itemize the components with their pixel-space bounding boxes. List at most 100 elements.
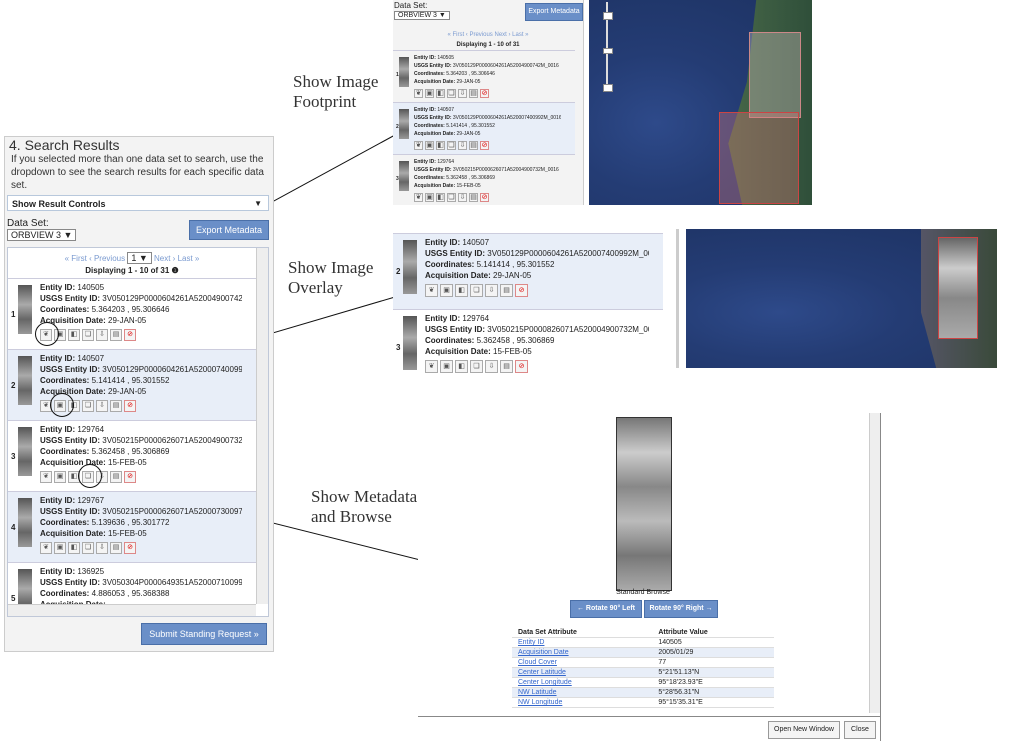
footprint-icon[interactable]: ❦ [414,193,423,202]
result-thumbnail[interactable] [399,161,409,191]
attribute-link[interactable]: Entity ID [512,637,653,648]
fp-dataset-select[interactable]: ORBVIEW 3 ▼ [394,11,450,20]
submit-standing-request-button[interactable]: Submit Standing Request » [141,623,267,645]
footprint-icon[interactable]: ❦ [425,360,438,373]
pager-next[interactable]: Next › [154,254,175,263]
zoom-in-icon[interactable] [603,12,613,20]
metadata-icon[interactable]: ❏ [447,193,456,202]
zoom-slider[interactable] [603,2,613,92]
exclude-icon[interactable]: ⊘ [480,89,489,98]
download-icon[interactable]: ⇩ [458,89,467,98]
attribute-link[interactable]: Center Latitude [512,667,653,678]
compare-icon[interactable]: ◧ [68,542,80,554]
field-label: Entity ID: [414,107,436,113]
result-thumbnail[interactable] [399,109,409,139]
metadata-icon[interactable]: ❏ [447,89,456,98]
attribute-link[interactable]: NW Longitude [512,697,653,708]
exclude-icon[interactable]: ⊘ [124,471,136,483]
footprint-icon[interactable]: ❦ [40,471,52,483]
overlay-icon[interactable]: ▣ [54,542,66,554]
browse-scrollbar[interactable] [869,413,880,713]
bulk-icon[interactable]: ▤ [469,89,478,98]
bulk-icon[interactable]: ▤ [110,542,122,554]
exclude-icon[interactable]: ⊘ [124,400,136,412]
overlay-icon[interactable]: ▣ [440,284,453,297]
compare-icon[interactable]: ◧ [436,141,445,150]
compare-icon[interactable]: ◧ [436,89,445,98]
result-thumbnail[interactable] [18,498,32,547]
overlay-icon[interactable]: ▣ [425,141,434,150]
result-thumbnail[interactable] [399,57,409,87]
compare-icon[interactable]: ◧ [436,193,445,202]
download-icon[interactable]: ⇩ [96,542,108,554]
download-icon[interactable]: ⇩ [96,329,108,341]
metadata-icon[interactable]: ❏ [470,360,483,373]
page-select[interactable]: 1 ▼ [127,252,152,264]
result-thumbnail[interactable] [403,316,417,370]
result-thumbnail[interactable] [18,285,32,334]
compare-icon[interactable]: ◧ [455,360,468,373]
download-icon[interactable]: ⇩ [458,193,467,202]
field-label: USGS Entity ID: [425,249,486,258]
pager-last[interactable]: Last » [178,254,200,263]
download-icon[interactable]: ⇩ [458,141,467,150]
show-result-controls[interactable]: Show Result Controls ▼ [7,195,269,211]
pager-prev[interactable]: ‹ Previous [89,254,125,263]
download-icon[interactable]: ⇩ [96,400,108,412]
dataset-select[interactable]: ORBVIEW 3 ▼ [7,229,77,241]
bulk-icon[interactable]: ▤ [110,329,122,341]
footprint-icon[interactable]: ❦ [425,284,438,297]
metadata-icon[interactable]: ❏ [82,542,94,554]
footprint-icon[interactable]: ❦ [414,89,423,98]
bulk-icon[interactable]: ▤ [500,284,513,297]
overlay-icon[interactable]: ▣ [54,471,66,483]
horizontal-scrollbar[interactable] [8,604,256,616]
overlay-icon[interactable]: ▣ [425,193,434,202]
compare-icon[interactable]: ◧ [455,284,468,297]
pager-first[interactable]: « First [65,254,87,263]
compare-icon[interactable]: ◧ [68,329,80,341]
footprint-map[interactable] [589,0,812,205]
metadata-icon[interactable]: ❏ [447,141,456,150]
rotate-right-button[interactable]: Rotate 90° Right → [644,600,718,618]
attribute-link[interactable]: Acquisition Date [512,647,653,658]
zoom-handle[interactable] [603,48,613,54]
download-icon[interactable]: ⇩ [485,284,498,297]
metadata-icon[interactable]: ❏ [82,329,94,341]
attribute-link[interactable]: Cloud Cover [512,657,653,668]
metadata-icon[interactable]: ❏ [82,400,94,412]
bulk-icon[interactable]: ▤ [110,471,122,483]
bulk-icon[interactable]: ▤ [110,400,122,412]
zoom-out-icon[interactable] [603,84,613,92]
download-icon[interactable]: ⇩ [485,360,498,373]
overlay-icon[interactable]: ▣ [440,360,453,373]
exclude-icon[interactable]: ⊘ [480,141,489,150]
bulk-icon[interactable]: ▤ [469,141,478,150]
exclude-icon[interactable]: ⊘ [515,284,528,297]
attribute-link[interactable]: Center Longitude [512,677,653,688]
bulk-icon[interactable]: ▤ [469,193,478,202]
exclude-icon[interactable]: ⊘ [480,193,489,202]
result-entity: Entity ID: 129767 [40,495,242,506]
export-metadata-button[interactable]: Export Metadata [189,220,269,240]
result-thumbnail[interactable] [18,427,32,476]
exclude-icon[interactable]: ⊘ [515,360,528,373]
field-value: 3V050215P0000626071A52000730097M_0016 [102,507,242,516]
exclude-icon[interactable]: ⊘ [124,329,136,341]
result-thumbnail[interactable] [18,356,32,405]
open-new-window-button[interactable]: Open New Window [768,721,840,739]
footprint-icon[interactable]: ❦ [40,542,52,554]
bulk-icon[interactable]: ▤ [500,360,513,373]
footprint-icon[interactable]: ❦ [414,141,423,150]
fp-export-button[interactable]: Export Metadata [525,3,583,21]
vertical-scrollbar[interactable] [256,248,268,604]
exclude-icon[interactable]: ⊘ [124,542,136,554]
metadata-icon[interactable]: ❏ [470,284,483,297]
attribute-link[interactable]: NW Latitude [512,687,653,698]
close-button[interactable]: Close [844,721,876,739]
overlay-icon[interactable]: ▣ [425,89,434,98]
rotate-left-button[interactable]: ← Rotate 90° Left [570,600,642,618]
overlay-map[interactable] [686,229,997,368]
field-label: Acquisition Date: [40,529,106,538]
result-thumbnail[interactable] [403,240,417,294]
